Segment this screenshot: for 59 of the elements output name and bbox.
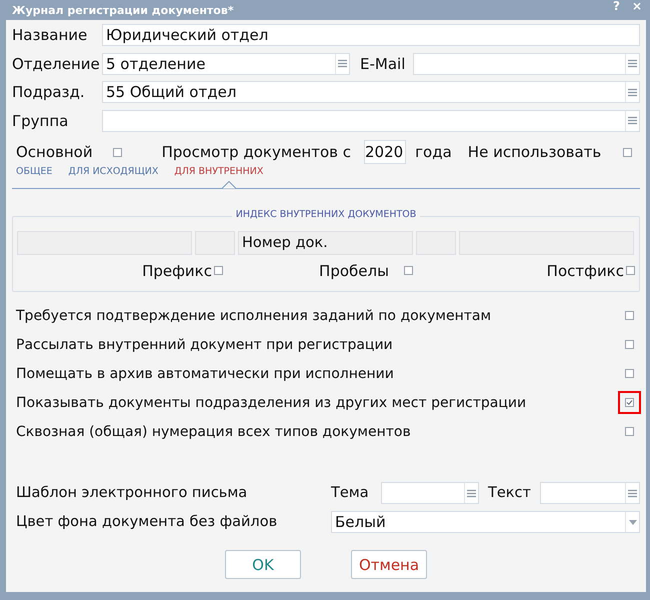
checkbox[interactable] bbox=[404, 266, 413, 275]
ok-button[interactable]: OK bbox=[225, 550, 301, 579]
input-field[interactable]: 5 отделение bbox=[102, 52, 350, 74]
checkbox[interactable] bbox=[625, 340, 634, 349]
color-dropdown[interactable]: Белый bbox=[331, 511, 640, 533]
list-icon[interactable] bbox=[628, 488, 637, 498]
checkbox-label: Показывать документы подразделения из других мест регистрации bbox=[16, 394, 526, 410]
text-field[interactable] bbox=[540, 482, 640, 504]
input-field[interactable] bbox=[102, 110, 640, 132]
checkbox-label: Помещать в архив автоматически при исполнении bbox=[16, 366, 394, 382]
field-label: Текст bbox=[488, 485, 531, 501]
field-label: Группа bbox=[12, 112, 70, 130]
list-icon[interactable] bbox=[628, 116, 637, 125]
input-field[interactable]: Юридический отдел bbox=[102, 24, 640, 46]
prefix-field[interactable] bbox=[17, 231, 192, 255]
checkbox-label: Рассылать внутренний документ при регистрации bbox=[16, 336, 393, 352]
checkbox-label: Основной bbox=[16, 143, 93, 161]
window-title: Журнал регистрации документов* bbox=[11, 4, 234, 19]
checkbox-label: Пробелы bbox=[319, 262, 389, 280]
field-label: E-Mail bbox=[360, 54, 406, 72]
field-label: Шаблон электронного письма bbox=[16, 485, 248, 501]
separator-field[interactable] bbox=[416, 231, 456, 255]
email-field[interactable] bbox=[413, 52, 640, 74]
checkbox-label: Сквозная (общая) нумерация всех типов документов bbox=[16, 424, 411, 440]
field-label: года bbox=[415, 143, 452, 161]
checkbox[interactable] bbox=[623, 148, 632, 156]
checkbox-label: Требуется подтверждение исполнения заданий по документам bbox=[16, 308, 492, 324]
checkbox[interactable] bbox=[112, 148, 122, 156]
postfix-field[interactable] bbox=[459, 231, 634, 255]
tab[interactable]: ДЛЯ ВНУТРЕННИХ bbox=[174, 166, 264, 180]
field-label: Просмотр документов с bbox=[162, 143, 351, 161]
field-label: Подразд. bbox=[12, 83, 86, 101]
cancel-button[interactable]: Отмена bbox=[351, 550, 427, 579]
list-icon[interactable] bbox=[467, 488, 476, 498]
checkbox[interactable] bbox=[625, 427, 634, 436]
number-field[interactable]: Номер док. bbox=[238, 231, 413, 255]
checkbox[interactable] bbox=[625, 369, 634, 378]
checkbox[interactable] bbox=[214, 266, 223, 275]
field-label: Название bbox=[12, 26, 88, 44]
checkbox[interactable] bbox=[625, 311, 634, 320]
checkbox-label: Постфикс bbox=[546, 262, 624, 280]
subject-field[interactable] bbox=[381, 482, 479, 504]
year-field[interactable]: 2020 bbox=[364, 140, 406, 164]
field-label: Тема bbox=[331, 485, 370, 501]
separator-field[interactable] bbox=[195, 231, 235, 255]
field-label: Цвет фона документа без файлов bbox=[16, 514, 278, 530]
list-icon[interactable] bbox=[628, 88, 637, 96]
group-title: ИНДЕКС ВНУТРЕННИХ ДОКУМЕНТОВ bbox=[232, 209, 420, 220]
checkbox-label: Не использовать bbox=[466, 143, 602, 161]
checkbox-label: Префикс bbox=[142, 262, 212, 280]
tab[interactable]: ОБЩЕЕ bbox=[16, 166, 52, 180]
checkbox[interactable] bbox=[626, 266, 635, 275]
list-icon[interactable] bbox=[338, 59, 347, 68]
dropdown-arrow-icon[interactable] bbox=[628, 520, 636, 524]
field-label: Отделение bbox=[12, 54, 101, 72]
checkbox[interactable] bbox=[625, 398, 634, 407]
list-icon[interactable] bbox=[628, 59, 637, 68]
tab[interactable]: ДЛЯ ИСХОДЯЩИХ bbox=[68, 166, 158, 180]
input-field[interactable]: 55 Общий отдел bbox=[102, 81, 640, 103]
